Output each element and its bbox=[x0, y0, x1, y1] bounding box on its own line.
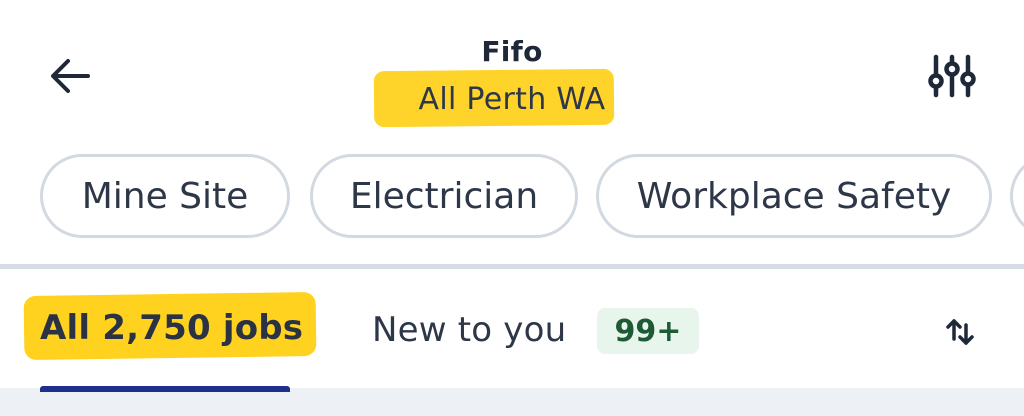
filter-chips: Mine Site Electrician Workplace Safety bbox=[40, 154, 1024, 244]
sort-arrows-icon bbox=[946, 319, 974, 345]
chip-overflow[interactable] bbox=[1010, 154, 1024, 238]
tab-new-to-you[interactable]: New to you bbox=[372, 310, 566, 350]
content-area-top bbox=[0, 388, 1024, 416]
page-title: Fifo bbox=[481, 35, 543, 68]
sliders-icon bbox=[928, 54, 976, 98]
active-tab-indicator bbox=[40, 386, 290, 392]
location-subtitle[interactable]: All Perth WA bbox=[312, 80, 712, 120]
header-title-block[interactable]: Fifo bbox=[312, 34, 712, 70]
tab-all-jobs[interactable]: All 2,750 jobs bbox=[40, 308, 303, 348]
chip-electrician[interactable]: Electrician bbox=[310, 154, 578, 238]
chip-mine-site[interactable]: Mine Site bbox=[40, 154, 290, 238]
new-count-badge: 99+ bbox=[597, 308, 699, 354]
chip-workplace-safety[interactable]: Workplace Safety bbox=[596, 154, 992, 238]
sort-button[interactable] bbox=[938, 310, 982, 354]
job-search-screen: Fifo All Perth WA Mine Site Electrician … bbox=[0, 0, 1024, 416]
filter-button[interactable] bbox=[922, 48, 982, 104]
section-divider bbox=[0, 264, 1024, 269]
arrow-left-icon bbox=[51, 59, 90, 93]
back-button[interactable] bbox=[44, 50, 96, 102]
